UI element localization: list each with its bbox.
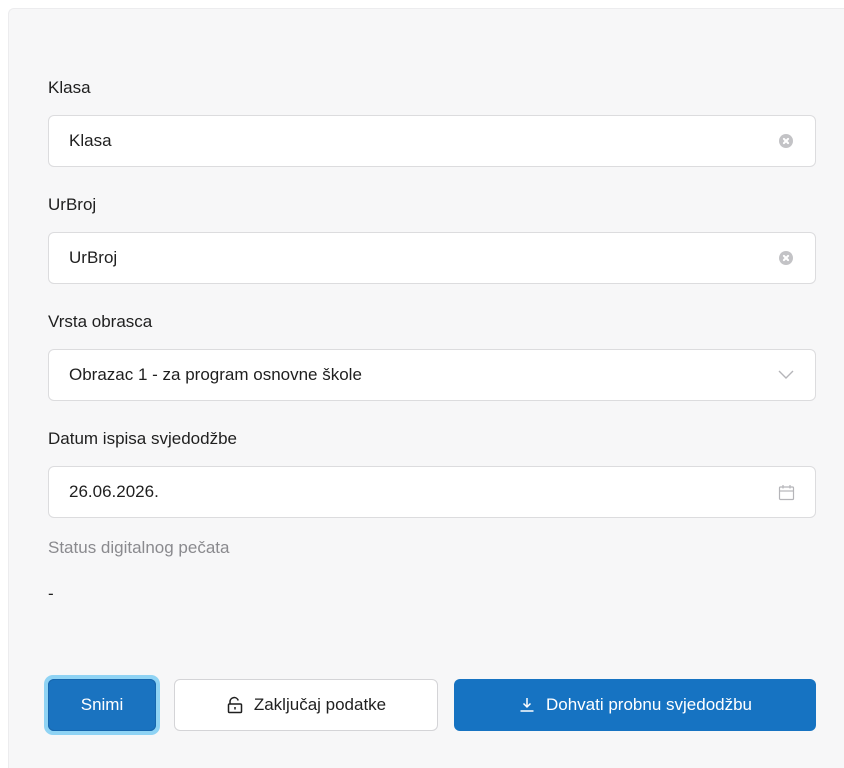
lock-data-label: Zaključaj podatke — [253, 695, 387, 714]
datum-ispisa-label: Datum ispisa svjedodžbe — [48, 429, 237, 448]
urbroj-value: UrBroj — [69, 248, 118, 267]
klasa-label: Klasa — [48, 78, 91, 97]
datum-ispisa-value: 26.06.2026. — [69, 482, 159, 501]
save-button[interactable]: Snimi — [44, 675, 160, 735]
lock-data-button[interactable]: Zaključaj podatke — [174, 679, 438, 731]
status-pecata-value: - — [48, 584, 54, 603]
save-button-label: Snimi — [48, 679, 156, 731]
download-icon — [518, 696, 536, 714]
vrsta-obrasca-value: Obrazac 1 - za program osnovne škole — [69, 365, 362, 384]
vrsta-obrasca-label: Vrsta obrasca — [48, 312, 153, 331]
fetch-sample-certificate-button[interactable]: Dohvati probnu svjedodžbu — [454, 679, 816, 731]
clear-icon — [779, 134, 793, 148]
vrsta-obrasca-select[interactable]: Obrazac 1 - za program osnovne škole — [48, 349, 816, 401]
calendar-icon[interactable] — [777, 483, 795, 501]
klasa-value: Klasa — [69, 131, 112, 150]
fetch-sample-certificate-label: Dohvati probnu svjedodžbu — [545, 695, 753, 714]
chevron-down-icon — [777, 366, 795, 384]
urbroj-clear-button[interactable] — [777, 249, 795, 267]
urbroj-label: UrBroj — [48, 195, 97, 214]
clear-icon — [779, 251, 793, 265]
klasa-input[interactable]: Klasa — [48, 115, 816, 167]
klasa-clear-button[interactable] — [777, 132, 795, 150]
status-pecata-label: Status digitalnog pečata — [48, 538, 230, 557]
urbroj-input[interactable]: UrBroj — [48, 232, 816, 284]
unlock-icon — [226, 696, 244, 714]
datum-ispisa-input[interactable]: 26.06.2026. — [48, 466, 816, 518]
